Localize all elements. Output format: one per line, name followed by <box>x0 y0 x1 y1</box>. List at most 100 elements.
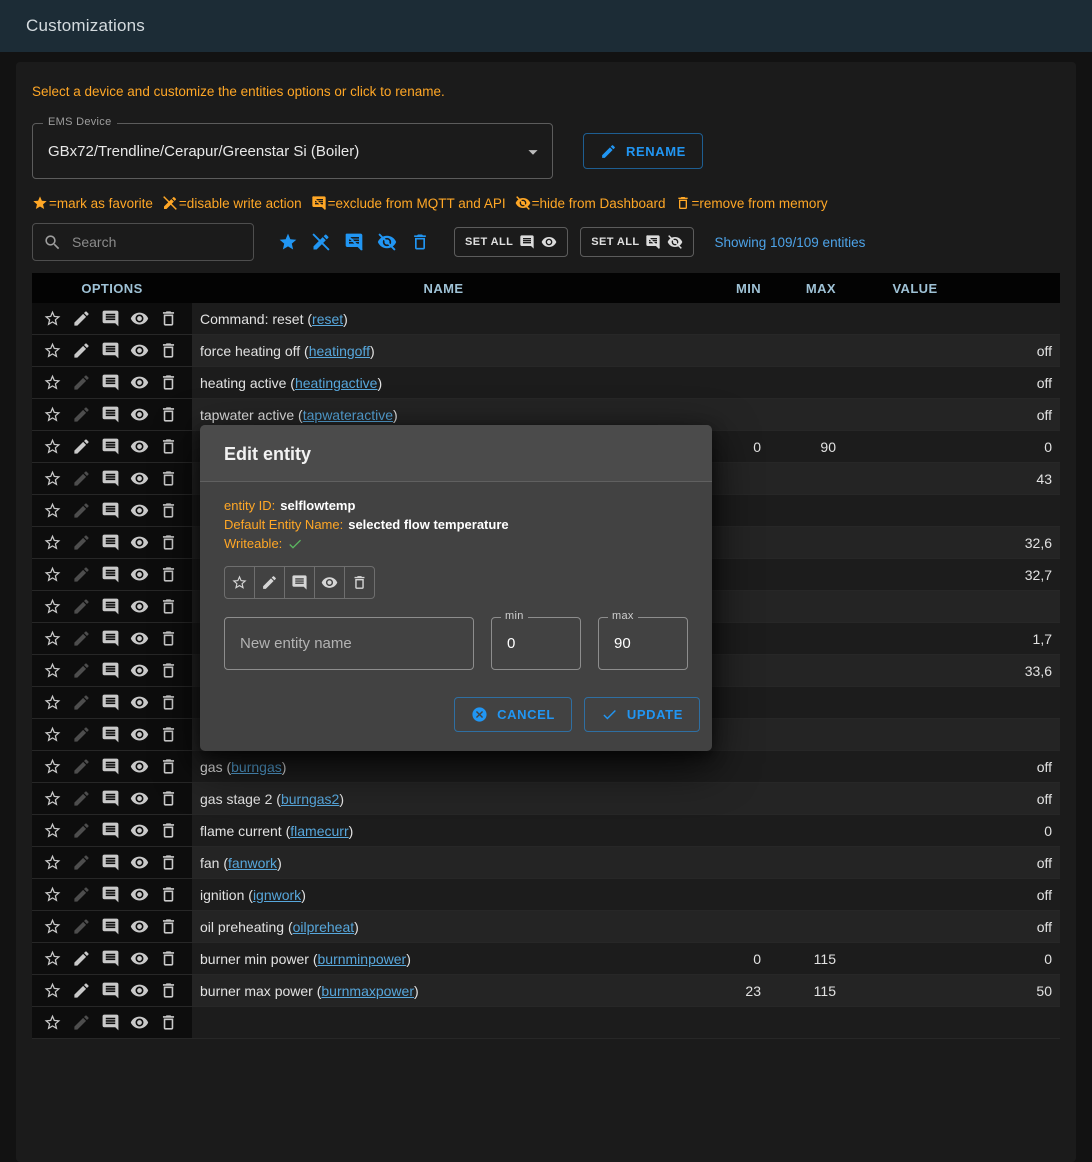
edit-icon[interactable] <box>72 341 91 360</box>
hide-action-icon[interactable] <box>377 232 397 252</box>
delete-icon[interactable] <box>159 949 178 968</box>
edit-icon[interactable] <box>72 917 91 936</box>
mqtt-exclude-icon[interactable] <box>101 661 120 680</box>
visibility-icon[interactable] <box>130 405 149 424</box>
favorite-star-icon[interactable] <box>43 309 62 328</box>
delete-icon[interactable] <box>159 757 178 776</box>
visibility-icon[interactable] <box>130 789 149 808</box>
edit-icon[interactable] <box>72 693 91 712</box>
mqtt-exclude-icon[interactable] <box>101 469 120 488</box>
set-all-show-button[interactable]: SET ALL <box>454 227 568 257</box>
table-row[interactable]: force heating off (heatingoff) off <box>32 335 1060 367</box>
edit-icon[interactable] <box>72 757 91 776</box>
update-button[interactable]: UPDATE <box>584 697 700 732</box>
search-field[interactable] <box>32 223 254 261</box>
favorite-star-icon[interactable] <box>43 853 62 872</box>
entity-link[interactable]: ignwork <box>253 887 301 903</box>
table-row[interactable]: flame current (flamecurr) 0 <box>32 815 1060 847</box>
visibility-icon[interactable] <box>130 341 149 360</box>
edit-icon[interactable] <box>72 565 91 584</box>
entity-link[interactable]: heatingactive <box>295 375 378 391</box>
favorite-star-icon[interactable] <box>43 597 62 616</box>
min-input[interactable] <box>505 634 567 653</box>
mqtt-exclude-icon[interactable] <box>101 757 120 776</box>
favorite-star-icon[interactable] <box>43 693 62 712</box>
visibility-toggle[interactable] <box>314 566 345 599</box>
visibility-icon[interactable] <box>130 501 149 520</box>
mqtt-exclude-icon[interactable] <box>101 853 120 872</box>
delete-icon[interactable] <box>159 341 178 360</box>
mqtt-exclude-icon[interactable] <box>101 437 120 456</box>
visibility-icon[interactable] <box>130 533 149 552</box>
favorite-star-icon[interactable] <box>43 725 62 744</box>
favorite-star-icon[interactable] <box>43 405 62 424</box>
favorite-star-icon[interactable] <box>43 437 62 456</box>
table-row[interactable]: oil preheating (oilpreheat) off <box>32 911 1060 943</box>
entity-link[interactable]: burnminpower <box>318 951 407 967</box>
visibility-icon[interactable] <box>130 565 149 584</box>
delete-icon[interactable] <box>159 309 178 328</box>
mqtt-exclude-icon[interactable] <box>101 821 120 840</box>
mqtt-exclude-icon[interactable] <box>101 885 120 904</box>
mqtt-exclude-icon[interactable] <box>101 309 120 328</box>
delete-icon[interactable] <box>159 821 178 840</box>
visibility-icon[interactable] <box>130 725 149 744</box>
mqtt-exclude-icon[interactable] <box>101 597 120 616</box>
delete-icon[interactable] <box>159 725 178 744</box>
table-row[interactable]: gas stage 2 (burngas2) off <box>32 783 1060 815</box>
table-row[interactable]: () <box>32 1007 1060 1039</box>
delete-icon[interactable] <box>159 661 178 680</box>
delete-icon[interactable] <box>159 629 178 648</box>
delete-icon[interactable] <box>159 437 178 456</box>
mqtt-exclude-icon[interactable] <box>101 917 120 936</box>
favorite-star-icon[interactable] <box>43 341 62 360</box>
mqtt-exclude-icon[interactable] <box>101 373 120 392</box>
visibility-icon[interactable] <box>130 917 149 936</box>
table-row[interactable]: burner max power (burnmaxpower) 23 115 5… <box>32 975 1060 1007</box>
cancel-button[interactable]: CANCEL <box>454 697 572 732</box>
favorite-toggle[interactable] <box>224 566 255 599</box>
set-all-hide-button[interactable]: SET ALL <box>580 227 694 257</box>
visibility-icon[interactable] <box>130 437 149 456</box>
delete-icon[interactable] <box>159 373 178 392</box>
visibility-icon[interactable] <box>130 629 149 648</box>
entity-link[interactable]: burnmaxpower <box>321 983 414 999</box>
delete-icon[interactable] <box>159 693 178 712</box>
delete-icon[interactable] <box>159 917 178 936</box>
delete-icon[interactable] <box>159 853 178 872</box>
delete-icon[interactable] <box>159 501 178 520</box>
favorite-star-icon[interactable] <box>43 789 62 808</box>
mqtt-exclude-icon[interactable] <box>101 693 120 712</box>
favorite-star-icon[interactable] <box>43 885 62 904</box>
new-name-input[interactable] <box>238 634 460 653</box>
edit-icon[interactable] <box>72 437 91 456</box>
entity-link[interactable]: flamecurr <box>290 823 348 839</box>
edit-icon[interactable] <box>72 821 91 840</box>
edit-icon[interactable] <box>72 789 91 808</box>
max-input[interactable] <box>612 634 674 653</box>
visibility-icon[interactable] <box>130 821 149 840</box>
table-row[interactable]: fan (fanwork) off <box>32 847 1060 879</box>
delete-icon[interactable] <box>159 565 178 584</box>
mqtt-exclude-icon[interactable] <box>101 405 120 424</box>
favorite-star-icon[interactable] <box>43 1013 62 1032</box>
delete-icon[interactable] <box>159 533 178 552</box>
edit-icon[interactable] <box>72 469 91 488</box>
entity-link[interactable]: reset <box>312 311 343 327</box>
visibility-icon[interactable] <box>130 981 149 1000</box>
delete-action-icon[interactable] <box>410 232 430 252</box>
table-row[interactable]: heating active (heatingactive) off <box>32 367 1060 399</box>
mqtt-exclude-icon[interactable] <box>101 533 120 552</box>
star-action-icon[interactable] <box>278 232 298 252</box>
visibility-icon[interactable] <box>130 309 149 328</box>
edit-icon[interactable] <box>72 405 91 424</box>
delete-icon[interactable] <box>159 1013 178 1032</box>
visibility-icon[interactable] <box>130 597 149 616</box>
favorite-star-icon[interactable] <box>43 757 62 776</box>
search-input[interactable] <box>70 233 243 251</box>
favorite-star-icon[interactable] <box>43 661 62 680</box>
rename-button[interactable]: RENAME <box>583 133 703 169</box>
edit-icon[interactable] <box>72 373 91 392</box>
favorite-star-icon[interactable] <box>43 981 62 1000</box>
edit-icon[interactable] <box>72 629 91 648</box>
